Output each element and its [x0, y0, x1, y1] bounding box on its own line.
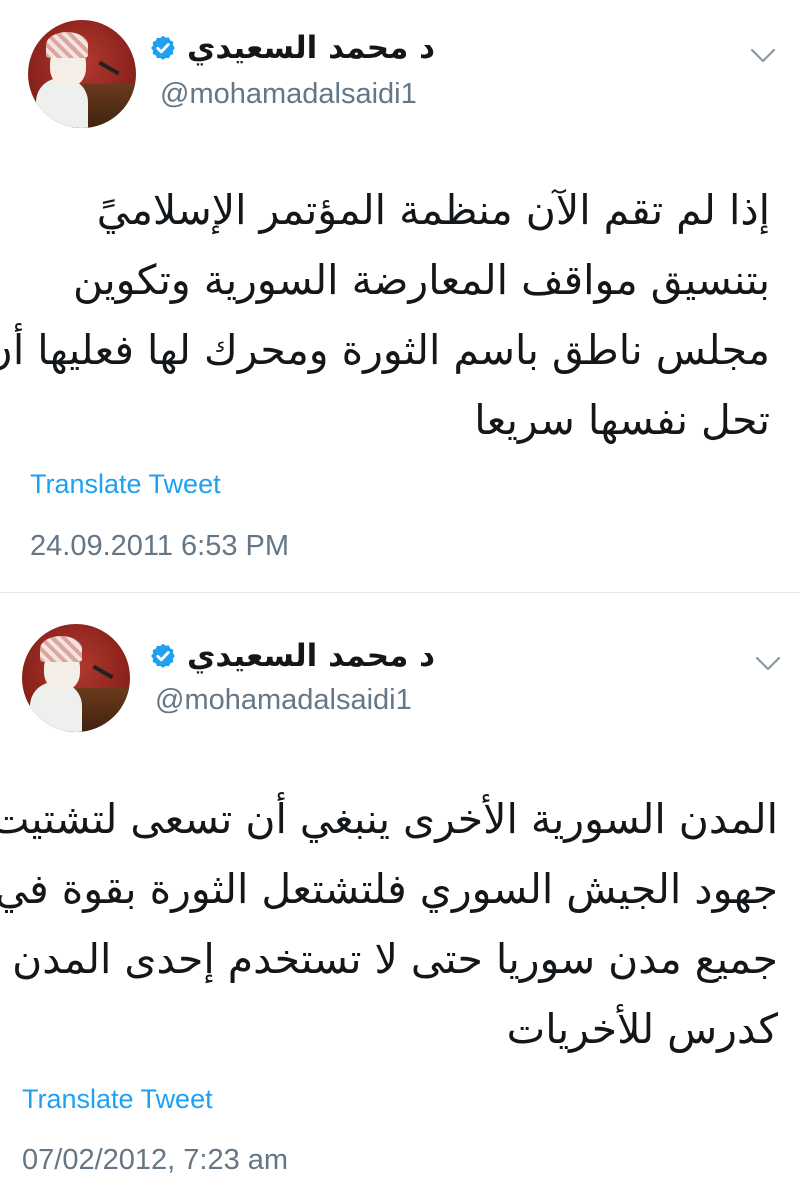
chevron-down-icon[interactable] [750, 48, 776, 64]
avatar[interactable] [22, 624, 130, 732]
tweet-body-line: مجلس ناطق باسم الثورة ومحرك لها فعليها أ… [0, 326, 770, 374]
tweet-1: د محمد السعيدي @mohamadalsaidi1 إذا لم ت… [0, 0, 800, 590]
tweet-timestamp[interactable]: 24.09.2011 6:53 PM [30, 530, 289, 563]
translate-tweet-link[interactable]: Translate Tweet [30, 469, 221, 500]
verified-badge-icon [151, 35, 175, 60]
author-handle[interactable]: @mohamadalsaidi1 [160, 78, 417, 111]
chevron-down-icon[interactable] [755, 656, 781, 672]
verified-badge-icon [151, 643, 175, 668]
tweet-body-line: تحل نفسها سريعا [474, 396, 770, 444]
tweet-body: إذا لم تقم الآن منظمة المؤتمر الإسلاميً … [0, 175, 770, 455]
tweet-body-line: إذا لم تقم الآن منظمة المؤتمر الإسلاميً [96, 186, 770, 234]
tweet-divider [0, 592, 800, 593]
tweet-body-line: جهود الجيش السوري فلتشتعل الثورة بقوة في [0, 865, 778, 913]
author-name[interactable]: د محمد السعيدي [187, 638, 435, 674]
tweet-body-line: كدرس للأخريات [506, 1005, 778, 1053]
author-row: د محمد السعيدي [149, 30, 435, 66]
tweet-body-line: المدن السورية الأخرى ينبغي أن تسعى لتشتي… [0, 795, 778, 843]
tweet-2: د محمد السعيدي @mohamadalsaidi1 المدن ال… [0, 594, 800, 1200]
tweet-body-line: جميع مدن سوريا حتى لا تستخدم إحدى المدن [12, 935, 778, 983]
author-handle[interactable]: @mohamadalsaidi1 [155, 684, 412, 717]
translate-tweet-link[interactable]: Translate Tweet [22, 1084, 213, 1115]
tweet-body-line: بتنسيق مواقف المعارضة السورية وتكوين [73, 256, 770, 304]
avatar[interactable] [28, 20, 136, 128]
author-row: د محمد السعيدي [149, 638, 435, 674]
tweet-timestamp[interactable]: 07/02/2012, 7:23 am [22, 1144, 288, 1177]
tweet-body: المدن السورية الأخرى ينبغي أن تسعى لتشتي… [0, 784, 778, 1064]
author-name[interactable]: د محمد السعيدي [187, 30, 435, 66]
